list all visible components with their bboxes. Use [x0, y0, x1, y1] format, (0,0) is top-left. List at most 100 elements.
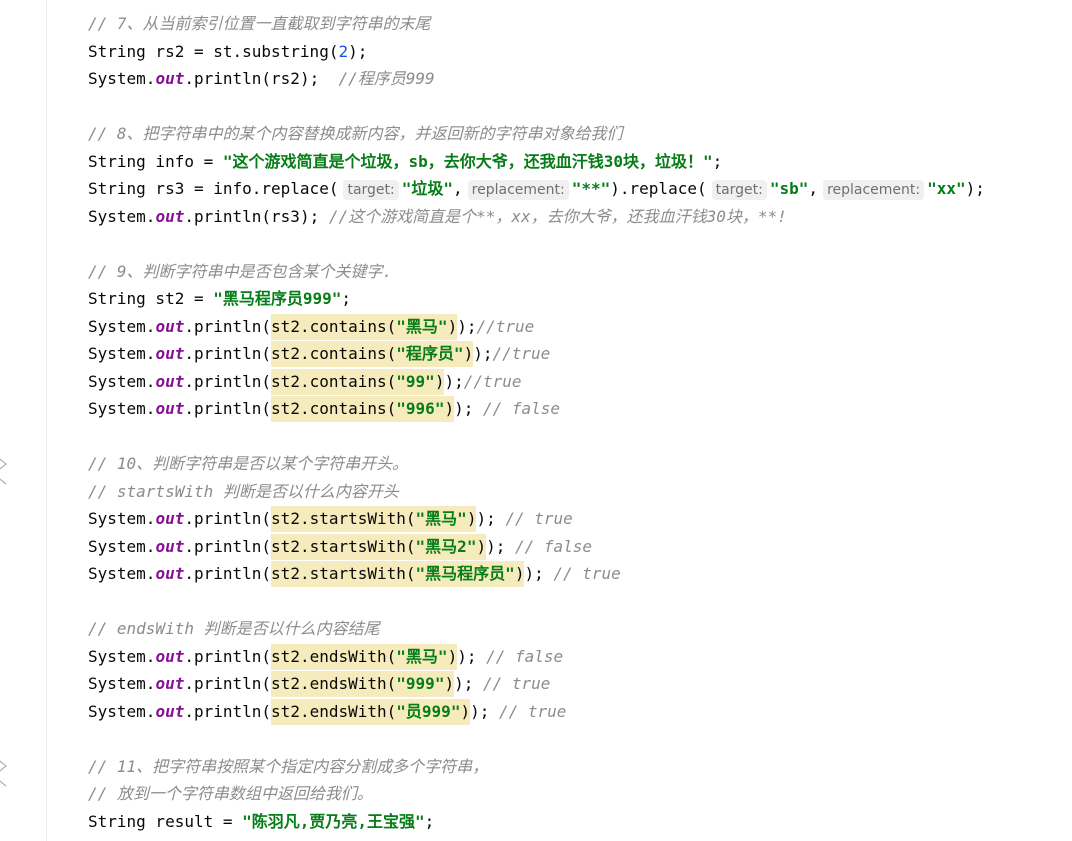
code-text: ;	[712, 151, 723, 171]
code-comment: // 10、判断字符串是否以某个字符串开头。	[88, 454, 409, 473]
code-line[interactable]: // 8、把字符串中的某个内容替换成新内容，并返回新的字符串对象给我们	[88, 120, 1072, 148]
code-line[interactable]: System.out.println(st2.contains("99"));/…	[88, 368, 1072, 396]
code-text: System.	[88, 701, 156, 721]
code-comment: //true	[463, 371, 522, 391]
code-text: );	[524, 564, 554, 583]
highlighted-expression: st2.startsWith("黑马程序员")	[271, 561, 525, 587]
string-literal: "99"	[396, 371, 435, 391]
code-text: ,	[453, 179, 463, 198]
code-line[interactable]: // endsWith 判断是否以什么内容结尾	[88, 615, 1072, 643]
code-text: System.	[88, 371, 156, 391]
code-comment: // true	[483, 674, 551, 693]
code-text: .println(	[184, 399, 272, 418]
code-line[interactable]: System.out.println(st2.endsWith("黑马")); …	[88, 643, 1072, 671]
code-text: )	[444, 399, 455, 418]
code-line[interactable]: System.out.println(st2.contains("黑马"));/…	[88, 313, 1072, 341]
string-literal: "黑马"	[415, 509, 467, 528]
code-comment: // 8、把字符串中的某个内容替换成新内容，并返回新的字符串对象给我们	[88, 124, 623, 143]
code-line[interactable]: System.out.println(rs3); //这个游戏简直是个**，xx…	[88, 203, 1072, 231]
code-comment: // true	[553, 564, 621, 583]
code-text: System.	[88, 206, 156, 226]
code-editor[interactable]: // 7、从当前索引位置一直截取到字符串的末尾 String rs2 = st.…	[88, 10, 1072, 835]
code-line[interactable]: // 7、从当前索引位置一直截取到字符串的末尾	[88, 10, 1072, 38]
code-line[interactable]: String result = "陈羽凡,贾乃亮,王宝强";	[88, 808, 1072, 836]
code-text: );	[454, 674, 483, 693]
code-comment: // 9、判断字符串中是否包含某个关键字.	[88, 261, 393, 281]
code-text: );	[457, 646, 487, 666]
code-text: st2.endsWith(	[271, 674, 397, 693]
editor-gutter[interactable]	[0, 0, 47, 841]
method-override-marker-icon[interactable]	[0, 452, 10, 488]
code-text: );	[444, 371, 464, 391]
code-line[interactable]: System.out.println(st2.startsWith("黑马程序员…	[88, 560, 1072, 588]
method-override-marker-icon[interactable]	[0, 754, 10, 790]
code-text: .println(	[184, 509, 272, 528]
code-text: );	[348, 41, 368, 61]
parameter-hint-target: target:	[711, 180, 767, 200]
string-literal: "程序员"	[396, 344, 464, 363]
code-text: );	[965, 179, 985, 198]
string-literal: "999"	[396, 674, 445, 693]
code-text: String rs2 = st.substring(	[88, 41, 339, 61]
blank-line[interactable]	[88, 230, 1072, 258]
code-text: .println(	[184, 646, 272, 666]
code-text: .println(rs2);	[184, 69, 339, 88]
static-field-out: out	[155, 371, 185, 391]
static-field-out: out	[155, 316, 185, 336]
code-line[interactable]: String info = "这个游戏简直是个垃圾，sb，去你大爷，还我血汗钱3…	[88, 148, 1072, 176]
highlighted-expression: st2.contains("黑马")	[271, 313, 458, 340]
code-text: System.	[88, 564, 156, 583]
string-literal: "垃圾"	[401, 179, 454, 198]
code-text: st2.contains(	[271, 316, 397, 336]
code-line[interactable]: System.out.println(st2.endsWith("员999"))…	[88, 698, 1072, 726]
code-line[interactable]: System.out.println(st2.contains("996"));…	[88, 395, 1072, 423]
string-literal: "**"	[571, 179, 611, 198]
code-text: )	[447, 316, 458, 336]
parameter-hint-replacement: replacement:	[823, 180, 925, 200]
code-text: .println(	[184, 344, 272, 363]
code-line[interactable]: // 10、判断字符串是否以某个字符串开头。	[88, 450, 1072, 478]
code-text: ;	[424, 811, 435, 831]
code-line[interactable]: // 11、把字符串按照某个指定内容分割成多个字符串，	[88, 753, 1072, 781]
code-text: System.	[88, 674, 156, 693]
highlighted-expression: st2.contains("99")	[271, 368, 445, 395]
code-comment: // false	[515, 536, 593, 556]
string-literal: "黑马2"	[415, 536, 477, 556]
code-text: System.	[88, 69, 156, 88]
string-literal: "xx"	[927, 179, 966, 198]
code-text: ;	[341, 289, 352, 308]
code-comment: // true	[499, 701, 567, 721]
code-text: System.	[88, 344, 156, 363]
blank-line[interactable]	[88, 93, 1072, 121]
highlighted-expression: st2.startsWith("黑马2")	[271, 533, 487, 560]
code-text: );	[476, 509, 506, 528]
code-line[interactable]: System.out.println(st2.startsWith("黑马"))…	[88, 505, 1072, 533]
blank-line[interactable]	[88, 725, 1072, 753]
code-text: .println(	[184, 674, 272, 693]
static-field-out: out	[155, 206, 185, 226]
code-line[interactable]: String st2 = "黑马程序员999";	[88, 285, 1072, 313]
code-line[interactable]: // 放到一个字符串数组中返回给我们。	[88, 780, 1072, 808]
code-line[interactable]: // 9、判断字符串中是否包含某个关键字.	[88, 258, 1072, 286]
string-literal: "黑马程序员"	[415, 564, 515, 583]
code-text: );	[457, 316, 477, 336]
code-line[interactable]: System.out.println(st2.contains("程序员"));…	[88, 340, 1072, 368]
code-text: );	[470, 701, 499, 721]
code-text: String info =	[88, 151, 223, 171]
code-line[interactable]: String rs2 = st.substring(2);	[88, 38, 1072, 66]
code-comment: //true	[492, 344, 551, 363]
blank-line[interactable]	[88, 423, 1072, 451]
code-line[interactable]: System.out.println(rs2); //程序员999	[88, 65, 1072, 93]
code-line[interactable]: String rs3 = info.replace(target: "垃圾", re…	[88, 175, 1072, 203]
highlighted-expression: st2.endsWith("999")	[271, 671, 455, 697]
code-line[interactable]: System.out.println(st2.startsWith("黑马2")…	[88, 533, 1072, 561]
code-line[interactable]: System.out.println(st2.endsWith("999"));…	[88, 670, 1072, 698]
code-line[interactable]: // startsWith 判断是否以什么内容开头	[88, 478, 1072, 506]
code-text: st2.endsWith(	[271, 701, 397, 721]
blank-line[interactable]	[88, 588, 1072, 616]
code-comment: // false	[483, 399, 561, 418]
code-text: )	[434, 371, 445, 391]
code-text: System.	[88, 509, 156, 528]
highlighted-expression: st2.endsWith("黑马")	[271, 643, 458, 670]
code-text: st2.startsWith(	[271, 509, 416, 528]
